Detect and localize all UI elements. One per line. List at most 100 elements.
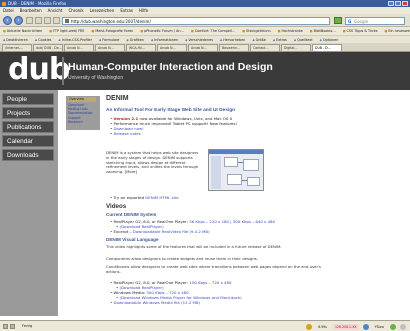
reload-icon[interactable] — [26, 17, 33, 24]
browser-tab[interactable]: Digital… — [281, 44, 311, 51]
ext-toolbar-item[interactable]: Extras — [273, 36, 287, 43]
bookmark-item[interactable]: BibliBooklo… — [310, 27, 336, 35]
site-title: Human-Computer Interaction and Design — [68, 61, 273, 73]
bookmark-item[interactable]: FTP light-web/ FRE — [49, 27, 85, 35]
navigation-toolbar: ‹ › http://dub.washington.edu:2007/denim… — [0, 14, 410, 27]
ext-toolbar-item[interactable]: Größe — [252, 36, 266, 43]
video-link[interactable]: 150 Kbps – 720 x 480 — [189, 280, 231, 285]
screenshot-page — [247, 177, 260, 186]
sidebar-item-publications[interactable]: Publications — [2, 121, 54, 133]
ext-toolbar-item[interactable]: Deaktivieren — [3, 36, 28, 43]
status-window-icon[interactable] — [10, 324, 15, 329]
status-addon-icon[interactable] — [390, 323, 396, 330]
browser-tab[interactable]: Arcab N… — [188, 44, 218, 51]
browser-tab[interactable]: Arcab N… — [157, 44, 187, 51]
ext-toolbar-item[interactable]: Verschiedenes — [185, 36, 213, 43]
go-button[interactable] — [334, 17, 342, 24]
forward-icon[interactable]: › — [14, 16, 23, 25]
bookmark-item[interactable]: Hochstranke — [278, 27, 302, 35]
sidebar-item-downloads[interactable]: Downloads — [2, 149, 54, 161]
bookmark-star-icon[interactable] — [53, 17, 60, 24]
home-icon[interactable] — [44, 17, 51, 24]
browser-tab[interactable]: Arcab N… — [64, 44, 94, 51]
menu-lesezeichen[interactable]: Lesezeichen — [90, 7, 115, 14]
back-icon[interactable]: ‹ — [3, 16, 12, 25]
stop-icon[interactable] — [35, 17, 42, 24]
status-settings-icon[interactable] — [400, 323, 406, 330]
html-site-link[interactable]: DENIM HTML site — [145, 195, 178, 200]
menu-bearbeiten[interactable]: Bearbeiten — [20, 7, 42, 14]
denim-screenshot[interactable] — [208, 149, 264, 191]
screenshot-page — [224, 157, 238, 167]
window-titlebar: DUB - DENIM - Mozilla Firefox — [0, 0, 410, 7]
intro-paragraph: DENIM is a system that helps web site de… — [106, 150, 199, 175]
firefox-icon — [2, 1, 6, 6]
video-link[interactable]: 56 Kbps – 220 x 180 | 300 Kbps – 640 x 4… — [189, 219, 275, 224]
sidebar-item-calendar[interactable]: Calendar — [2, 135, 54, 147]
status-screen-icon[interactable] — [3, 324, 8, 329]
release-notes-link[interactable]: Release notes — [114, 131, 141, 136]
menu-datei[interactable]: Datei — [3, 7, 14, 14]
address-url: http://dub.washington.edu:2007/denim/ — [71, 18, 151, 24]
subnav-header[interactable]: Overview — [68, 97, 96, 102]
browser-tab[interactable]: dub/ DUB - De… — [33, 44, 63, 51]
browser-tab[interactable]: (Internet-… — [2, 44, 32, 51]
web-developer-toolbar: Deaktivieren Cookies Inline-CSS-Profiler… — [0, 35, 410, 43]
yslow-indicator[interactable]: YSlow — [373, 324, 386, 330]
ext-toolbar-item[interactable]: Grafiken — [126, 36, 144, 43]
browser-tab[interactable]: Bauwerin… — [219, 44, 249, 51]
close-button[interactable] — [402, 1, 408, 6]
menu-extras[interactable]: Extras — [120, 7, 133, 14]
browser-tab[interactable]: Contact… — [250, 44, 280, 51]
subnav-link[interactable]: Research — [68, 120, 98, 124]
bookmark-item[interactable]: Meist-Fotografie Foren — [92, 27, 133, 35]
browser-tab[interactable]: Arcab N… — [95, 44, 125, 51]
screenshot-arrow — [242, 180, 247, 181]
browser-tab[interactable]: WCA-Hil… — [126, 44, 156, 51]
wmv-file-link[interactable]: Downloadable Windows Media file (15.2 MB… — [114, 300, 201, 305]
ext-toolbar-item[interactable]: Quelltext — [294, 36, 312, 43]
sidebar-item-projects[interactable]: Projects — [2, 107, 54, 119]
menu-hilfe[interactable]: Hilfe — [139, 7, 148, 14]
video-bullet: Excerpt – Downloadable RealVideo file (9… — [110, 229, 210, 234]
status-text: Fertig — [22, 324, 33, 328]
realvideo-file-link[interactable]: Downloadable RealVideo file (9.4.2 MB) — [133, 229, 210, 234]
feature-bullet: Release notes — [110, 131, 141, 136]
bookmark-item[interactable]: Ein neuesweis — [385, 27, 410, 35]
window-title: DUB - DENIM - Mozilla Firefox — [8, 1, 67, 6]
site-subtitle: University of Washington — [68, 75, 124, 81]
maximize-button[interactable] — [395, 1, 401, 6]
sidebar-item-people[interactable]: People — [2, 93, 54, 105]
ext-toolbar-item[interactable]: Cookies — [35, 36, 51, 43]
load-time: 6.99s — [318, 324, 327, 329]
visual-paragraph: This video highlights some of the featur… — [106, 244, 282, 249]
dub-logo[interactable]: dub — [8, 55, 70, 87]
ext-toolbar-item[interactable]: Hervorheben — [220, 36, 245, 43]
ext-toolbar-item[interactable]: Inline-CSS-Profiler — [58, 36, 92, 43]
bookmark-item[interactable]: Aktuelle Nachrichten — [3, 27, 42, 35]
ext-toolbar-item[interactable]: Optionen — [320, 36, 339, 43]
bookmark-item[interactable]: CSS Tipps & Tricks — [343, 27, 378, 35]
minimize-button[interactable] — [388, 1, 394, 6]
main-content: DENIM An Informal Tool For Early Stage W… — [106, 95, 406, 316]
status-clock-icon — [306, 323, 313, 330]
bookmark-item[interactable]: pPhonetic Forum / An… — [140, 27, 184, 35]
page-subtitle: An Informal Tool For Early Stage Web Sit… — [106, 108, 236, 113]
status-right: 6.99s 128.208.2.XX YSlow — [306, 321, 406, 330]
address-bar[interactable]: http://dub.washington.edu:2007/denim/ — [62, 16, 330, 25]
videos-heading: Videos — [106, 203, 127, 210]
search-input[interactable]: G Google — [345, 16, 405, 25]
bookmark-item[interactable]: Comfort: The Compell… — [191, 27, 236, 35]
page-title: DENIM — [106, 95, 129, 102]
google-icon: G — [348, 18, 352, 24]
visual-language-heading: DENIM Visual Language — [106, 237, 159, 242]
bookmark-item[interactable]: Steckgeldrunn — [242, 27, 271, 35]
ext-toolbar-item[interactable]: Informationen — [151, 36, 178, 43]
try-bullet: Try an exported DENIM HTML site — [110, 195, 179, 200]
components-paragraph: Components allow designers to create wid… — [106, 256, 258, 261]
menubar: Datei Bearbeiten Ansicht Chronik Lesezei… — [0, 7, 410, 14]
ext-toolbar-item[interactable]: Formulare — [99, 36, 119, 43]
menu-chronik[interactable]: Chronik — [68, 7, 83, 14]
menu-ansicht[interactable]: Ansicht — [48, 7, 63, 14]
browser-tab-active[interactable]: DUB - D… — [312, 44, 342, 51]
